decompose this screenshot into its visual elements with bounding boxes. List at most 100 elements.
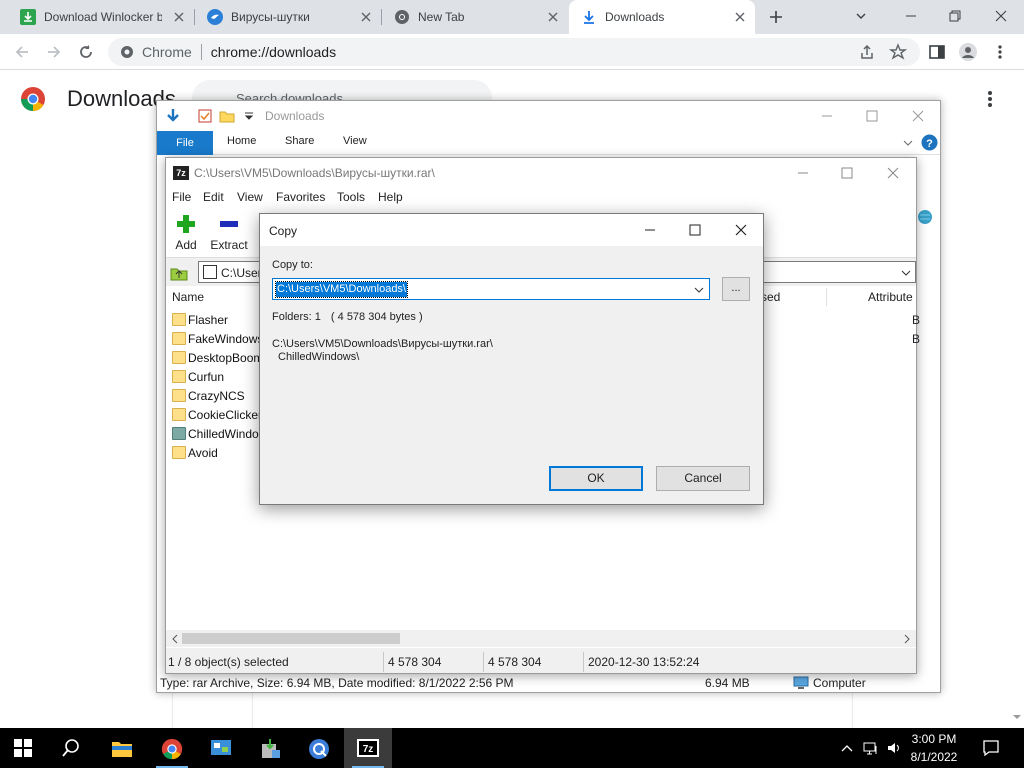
scroll-left-icon[interactable] [170, 634, 180, 644]
close-icon[interactable] [886, 166, 900, 180]
close-icon[interactable] [734, 223, 748, 237]
menu-favorites[interactable]: Favorites [276, 190, 325, 204]
back-icon[interactable] [13, 43, 31, 61]
cancel-button[interactable]: Cancel [656, 466, 750, 491]
folder-icon [172, 408, 186, 421]
tab-downloads[interactable]: Downloads [569, 0, 755, 34]
new-tab-icon[interactable] [766, 7, 786, 27]
close-tab-icon[interactable] [733, 10, 747, 24]
taskbar-control-panel[interactable] [197, 728, 245, 768]
tab-label: Вирусы-шутки [231, 10, 310, 24]
scrollbar-thumb[interactable] [182, 633, 400, 644]
copy-to-label: Copy to: [272, 259, 313, 271]
chevron-down-icon[interactable] [853, 8, 869, 24]
ribbon-tab-share[interactable]: Share [285, 135, 314, 147]
status-size: 6.94 MB [705, 676, 750, 690]
quick-access-down-arrow-icon[interactable] [165, 108, 181, 124]
column-header-attributes[interactable]: Attribute [868, 286, 913, 308]
restore-icon[interactable] [947, 8, 963, 24]
taskbar-7zip[interactable]: 7z [344, 728, 392, 768]
minimize-icon[interactable] [903, 8, 919, 24]
file-name: DesktopBoom [188, 351, 264, 365]
copy-dialog: Copy Copy to: C:\Users\VM5\Downloads\ ..… [259, 213, 764, 505]
notification-icon[interactable] [982, 739, 1000, 757]
minimize-icon[interactable] [819, 108, 835, 124]
forward-icon[interactable] [45, 43, 63, 61]
chrome-tab-strip: Download Winlocker b Вирусы-шутки New Ta… [0, 0, 1024, 34]
search-button[interactable] [48, 728, 96, 768]
close-tab-icon[interactable] [546, 10, 560, 24]
taskbar-installer[interactable] [246, 728, 294, 768]
reload-icon[interactable] [77, 43, 95, 61]
menu-file[interactable]: File [172, 190, 191, 204]
new-folder-icon[interactable] [219, 108, 235, 124]
sevenzip-menu-bar: File Edit View Favorites Tools Help [166, 188, 916, 208]
star-icon[interactable] [889, 43, 907, 61]
extract-button[interactable]: Extract [210, 214, 248, 252]
qbittorrent-icon [309, 739, 329, 759]
folders-count: Folders: 1 [272, 311, 321, 323]
folder-up-icon[interactable] [170, 263, 188, 281]
ok-button[interactable]: OK [549, 466, 643, 491]
scroll-right-icon[interactable] [902, 634, 912, 644]
file-name: CrazyNCS [188, 389, 245, 403]
chevron-down-icon[interactable] [901, 268, 911, 278]
taskbar-file-explorer[interactable] [98, 728, 146, 768]
help-icon[interactable]: ? [921, 134, 938, 151]
volume-icon[interactable] [886, 740, 902, 756]
windows-logo-icon [14, 739, 32, 757]
taskbar-chrome[interactable] [148, 728, 196, 768]
expand-ribbon-icon[interactable] [902, 137, 914, 149]
ribbon-tab-home[interactable]: Home [227, 135, 256, 147]
tab-download-winlocker[interactable]: Download Winlocker b [8, 0, 194, 34]
add-button[interactable]: Add [174, 214, 198, 252]
address-bar[interactable]: Chrome chrome://downloads [108, 38, 920, 66]
close-window-icon[interactable] [993, 8, 1009, 24]
minimize-icon[interactable] [643, 223, 657, 237]
close-icon[interactable] [910, 108, 926, 124]
more-actions-icon[interactable] [982, 90, 998, 108]
chevron-down-icon[interactable] [694, 285, 704, 295]
profile-avatar-icon[interactable] [959, 43, 977, 61]
ribbon-tab-file[interactable]: File [157, 131, 213, 155]
menu-tools[interactable]: Tools [337, 190, 365, 204]
customize-chevron-icon[interactable] [241, 108, 257, 124]
network-icon[interactable] [863, 740, 879, 756]
horizontal-scrollbar[interactable] [166, 630, 916, 647]
more-menu-icon[interactable] [991, 43, 1009, 61]
menu-edit[interactable]: Edit [203, 190, 224, 204]
tab-label: Downloads [605, 10, 665, 24]
column-header-name[interactable]: Name [172, 286, 204, 308]
column-separator [826, 288, 827, 306]
minimize-icon[interactable] [796, 166, 810, 180]
sevenzip-status-bar: 1 / 8 object(s) selected 4 578 304 4 578… [166, 652, 916, 672]
taskbar-qbittorrent[interactable] [295, 728, 343, 768]
share-icon[interactable] [858, 43, 876, 61]
source-path-line-2: ChilledWindows\ [278, 351, 360, 363]
properties-checkbox-icon[interactable] [197, 108, 213, 124]
scroll-down-icon[interactable] [1012, 712, 1022, 722]
browse-button[interactable]: ... [722, 277, 750, 301]
tab-label: Download Winlocker b [44, 10, 162, 24]
url-text[interactable]: chrome://downloads [211, 44, 336, 60]
tab-new-tab[interactable]: New Tab [382, 0, 568, 34]
start-button[interactable] [0, 728, 48, 768]
file-name: ChilledWindo [188, 427, 259, 441]
menu-view[interactable]: View [237, 190, 263, 204]
menu-help[interactable]: Help [378, 190, 403, 204]
close-tab-icon[interactable] [359, 10, 373, 24]
taskbar-clock[interactable]: 3:00 PM 8/1/2022 [906, 730, 962, 766]
tab-virusy-shutki[interactable]: Вирусы-шутки [195, 0, 381, 34]
ribbon-tab-view[interactable]: View [343, 135, 367, 147]
copy-to-path-value[interactable]: C:\Users\VM5\Downloads\ [275, 281, 408, 298]
maximize-icon[interactable] [840, 166, 854, 180]
telegraph-icon [207, 9, 223, 25]
maximize-icon[interactable] [864, 108, 880, 124]
copy-to-path-combo[interactable]: C:\Users\VM5\Downloads\ [272, 278, 710, 300]
maximize-icon[interactable] [688, 223, 702, 237]
folder-icon [172, 313, 186, 326]
chevron-up-icon[interactable] [839, 740, 855, 756]
file-name: Avoid [188, 446, 218, 460]
side-panel-icon[interactable] [928, 43, 946, 61]
close-tab-icon[interactable] [172, 10, 186, 24]
